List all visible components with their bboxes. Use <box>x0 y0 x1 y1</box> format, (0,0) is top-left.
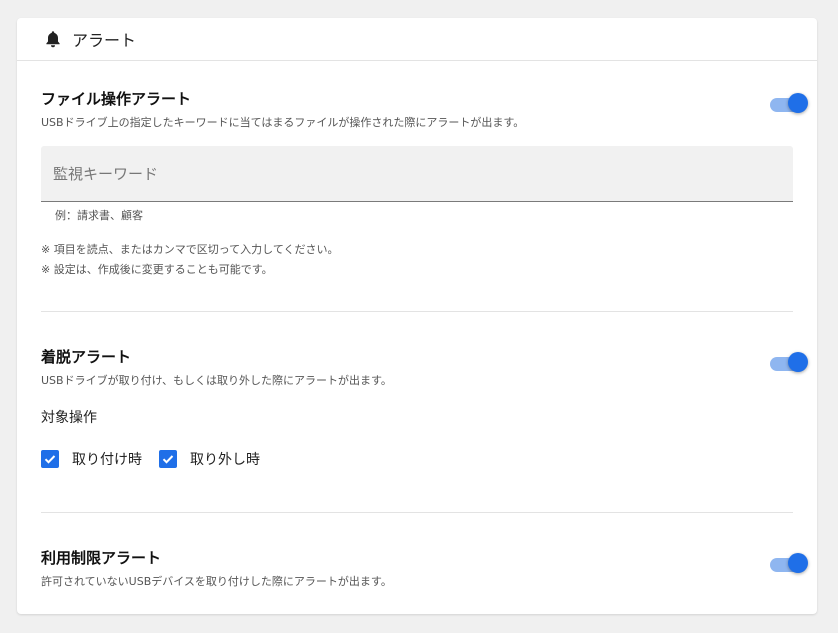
attach-alert-description: USBドライブが取り付け、もしくは取り外した際にアラートが出ます。 <box>41 374 392 387</box>
target-operation-label: 対象操作 <box>41 410 97 426</box>
attach-alert-title: 着脱アラート <box>41 348 132 366</box>
alert-settings-card: アラート ファイル操作アラート USBドライブ上の指定したキーワードに当てはまる… <box>17 18 817 614</box>
file-alert-section: ファイル操作アラート USBドライブ上の指定したキーワードに当てはまるファイルが… <box>41 88 793 130</box>
usage-alert-title: 利用制限アラート <box>41 549 162 567</box>
toggle-knob <box>788 93 808 113</box>
target-operation-options: 取り付け時 取り外し時 <box>41 449 277 469</box>
usage-alert-description: 許可されていないUSBデバイスを取り付けした際にアラートが出ます。 <box>41 575 392 588</box>
bell-icon <box>44 29 62 49</box>
note-line: ※ 項目を読点、またはカンマで区切って入力してください。 <box>41 243 339 256</box>
divider <box>41 311 793 312</box>
toggle-knob <box>788 352 808 372</box>
attach-alert-section: 着脱アラート USBドライブが取り付け、もしくは取り外した際にアラートが出ます。 <box>41 346 793 388</box>
divider <box>41 512 793 513</box>
attach-checkbox[interactable]: 取り付け時 <box>41 449 142 469</box>
keyword-example: 例：請求書、顧客 <box>55 209 143 222</box>
detach-checkbox-label: 取り外し時 <box>190 452 260 468</box>
attach-checkbox-label: 取り付け時 <box>72 452 142 468</box>
usage-alert-section: 利用制限アラート 許可されていないUSBデバイスを取り付けした際にアラートが出ま… <box>41 547 793 589</box>
attach-alert-toggle[interactable] <box>770 352 808 374</box>
check-icon <box>159 450 177 468</box>
file-alert-title: ファイル操作アラート <box>41 90 192 108</box>
card-header: アラート <box>17 18 817 61</box>
detach-checkbox[interactable]: 取り外し時 <box>159 449 260 469</box>
card-title: アラート <box>72 31 137 50</box>
toggle-knob <box>788 553 808 573</box>
note-line: ※ 設定は、作成後に変更することも可能です。 <box>41 263 273 276</box>
file-alert-toggle[interactable] <box>770 93 808 115</box>
usage-alert-toggle[interactable] <box>770 553 808 575</box>
keyword-input[interactable] <box>41 146 793 201</box>
keyword-field[interactable] <box>41 146 793 202</box>
file-alert-description: USBドライブ上の指定したキーワードに当てはまるファイルが操作された際にアラート… <box>41 116 525 129</box>
check-icon <box>41 450 59 468</box>
